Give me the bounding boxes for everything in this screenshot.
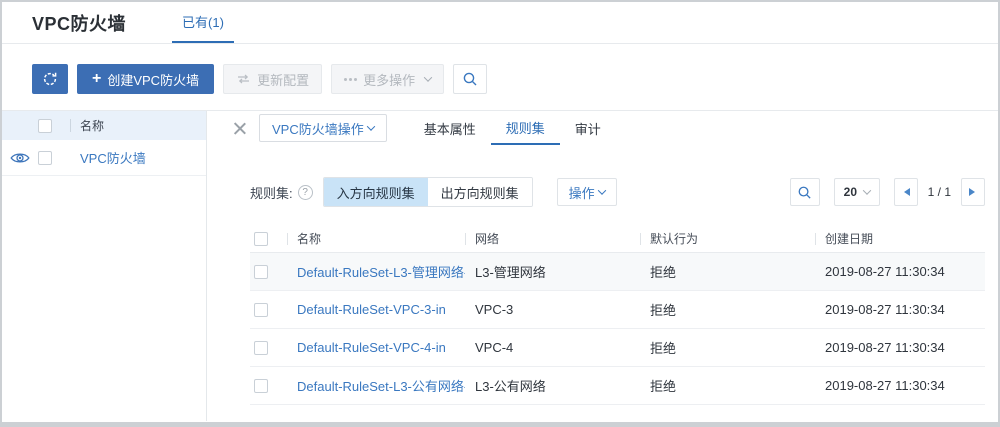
next-icon [969,188,979,196]
page-header: VPC防火墙 已有(1) [2,2,998,44]
chevron-down-icon [424,73,432,81]
ruleset-default-action: 拒绝 [640,338,815,357]
inbound-ruleset-toggle[interactable]: 入方向规则集 [324,178,428,206]
search-icon [797,185,812,200]
row-checkbox[interactable] [38,151,52,165]
ruleset-default-action: 拒绝 [640,376,815,395]
table-search-button[interactable] [790,178,820,206]
name-column-header: 名称 [80,117,104,134]
more-dots-icon [344,78,357,81]
ruleset-network: VPC-3 [465,302,640,317]
vpc-firewall-link[interactable]: VPC防火墙 [80,148,146,167]
ruleset-created: 2019-08-27 11:30:34 [815,302,985,317]
page-size-value: 20 [844,185,857,199]
column-header-network: 网络 [465,225,640,252]
column-separator [70,119,71,132]
prev-icon [900,188,910,196]
more-actions-button[interactable]: 更多操作 [331,64,444,94]
ruleset-network: L3-管理网络 [465,262,640,281]
more-actions-label: 更多操作 [363,70,415,89]
update-config-label: 更新配置 [257,70,309,89]
ruleset-network: L3-公有网络 [465,376,640,395]
ruleset-created: 2019-08-27 11:30:34 [815,340,985,355]
vpc-firewall-window: VPC防火墙 已有(1) + 创建VPC防火墙 更新配置 更多操作 [0,0,1000,427]
tab-existing[interactable]: 已有(1) [172,2,234,43]
prev-page-button[interactable] [894,178,918,206]
page-indicator: 1 / 1 [928,185,951,199]
outbound-ruleset-toggle[interactable]: 出方向规则集 [428,178,532,206]
create-vpc-firewall-label: 创建VPC防火墙 [107,70,199,89]
tab-rule-set[interactable]: 规则集 [491,111,560,145]
page-title: VPC防火墙 [32,10,126,36]
detail-header: VPC防火墙操作 基本属性 规则集 审计 [232,111,985,145]
detail-tabs: 基本属性 规则集 审计 [409,111,616,145]
tab-basic-properties[interactable]: 基本属性 [409,111,491,145]
ruleset-label: 规则集: [250,183,293,202]
row-checkbox[interactable] [254,341,268,355]
next-page-button[interactable] [961,178,985,206]
search-icon [462,71,478,87]
refresh-button[interactable] [32,64,68,94]
column-header-name: 名称 [287,225,465,252]
ruleset-default-action: 拒绝 [640,262,815,281]
table-header-row: 名称 网络 默认行为 创建日期 [250,225,985,253]
toolbar-search-button[interactable] [453,64,487,94]
list-header: 名称 [2,111,206,140]
table-row[interactable]: Default-RuleSet-VPC-4-in VPC-4 拒绝 2019-0… [250,329,985,367]
firewall-actions-label: VPC防火墙操作 [272,119,364,138]
detail-panel: VPC防火墙操作 基本属性 规则集 审计 规则集: ? 入方向规则集 出方向规则… [207,111,998,421]
ruleset-created: 2019-08-27 11:30:34 [815,264,985,279]
plus-icon: + [92,71,101,87]
list-item[interactable]: VPC防火墙 [2,140,206,176]
ruleset-controls: 规则集: ? 入方向规则集 出方向规则集 操作 20 [250,177,985,207]
swap-arrows-icon [236,73,251,85]
row-checkbox[interactable] [254,379,268,393]
chevron-down-icon [366,122,374,130]
column-header-default-action: 默认行为 [640,225,815,252]
create-vpc-firewall-button[interactable]: + 创建VPC防火墙 [77,64,214,94]
page-size-select[interactable]: 20 [834,178,880,206]
ruleset-network: VPC-4 [465,340,640,355]
ruleset-created: 2019-08-27 11:30:34 [815,378,985,393]
toolbar: + 创建VPC防火墙 更新配置 更多操作 [2,44,998,111]
table-row[interactable]: Default-RuleSet-L3-管理网络-in L3-管理网络 拒绝 20… [250,253,985,291]
ruleset-name-link[interactable]: Default-RuleSet-VPC-3-in [287,302,465,317]
ruleset-default-action: 拒绝 [640,300,815,319]
ruleset-name-link[interactable]: Default-RuleSet-L3-管理网络-in [287,262,465,281]
row-checkbox[interactable] [254,303,268,317]
refresh-icon [42,71,58,87]
tab-audit[interactable]: 审计 [560,111,616,145]
firewall-list-panel: 名称 VPC防火墙 [2,111,207,421]
ruleset-name-link[interactable]: Default-RuleSet-L3-公有网络-in [287,376,465,395]
row-checkbox[interactable] [254,265,268,279]
column-header-created: 创建日期 [815,225,985,252]
ruleset-table: 名称 网络 默认行为 创建日期 Default-RuleSet-L3-管理网络-… [250,225,985,405]
ruleset-name-link[interactable]: Default-RuleSet-VPC-4-in [287,340,465,355]
select-all-rules-checkbox[interactable] [254,232,268,246]
chevron-down-icon [862,186,870,194]
table-row[interactable]: Default-RuleSet-VPC-3-in VPC-3 拒绝 2019-0… [250,291,985,329]
update-config-button[interactable]: 更新配置 [223,64,322,94]
operate-label: 操作 [569,183,595,202]
content-panels: 名称 VPC防火墙 VPC防火墙操作 基本属性 规则集 [2,111,998,421]
firewall-actions-dropdown[interactable]: VPC防火墙操作 [259,114,387,142]
help-icon[interactable]: ? [298,185,313,200]
eye-icon[interactable] [2,151,38,165]
select-all-checkbox[interactable] [38,119,52,133]
table-row[interactable]: Default-RuleSet-L3-公有网络-in L3-公有网络 拒绝 20… [250,367,985,405]
direction-toggle-group: 入方向规则集 出方向规则集 [323,177,533,207]
operate-dropdown[interactable]: 操作 [557,178,617,206]
chevron-down-icon [597,186,605,194]
close-icon[interactable] [232,121,247,136]
